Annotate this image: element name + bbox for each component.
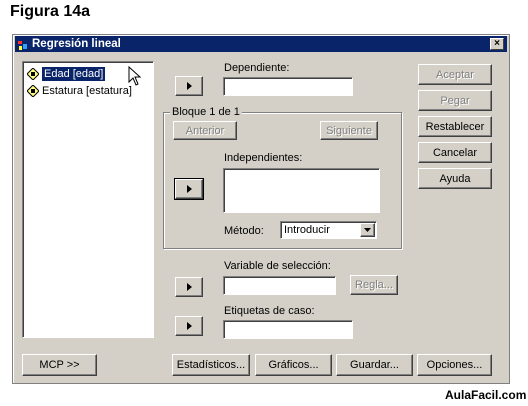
list-item[interactable]: Edad [edad]	[27, 67, 106, 81]
chevron-down-icon[interactable]	[360, 223, 375, 237]
move-case-labels-button[interactable]	[175, 316, 203, 336]
wls-button[interactable]: MCP >>	[22, 354, 97, 376]
help-button[interactable]: Ayuda	[418, 168, 492, 189]
selection-variable-label: Variable de selección:	[224, 260, 331, 272]
mouse-cursor-icon	[128, 66, 142, 86]
reset-button[interactable]: Restablecer	[418, 116, 492, 137]
accept-button[interactable]: Aceptar	[418, 64, 492, 85]
previous-block-button[interactable]: Anterior	[173, 121, 237, 140]
method-label: Método:	[224, 225, 264, 237]
scale-variable-icon	[27, 68, 39, 80]
next-block-button[interactable]: Siguiente	[320, 121, 378, 140]
save-button[interactable]: Guardar...	[336, 354, 413, 376]
list-item[interactable]: Estatura [estatura]	[27, 84, 132, 98]
plots-button[interactable]: Gráficos...	[255, 354, 332, 376]
watermark: AulaFacil.com	[445, 388, 527, 402]
statistics-button[interactable]: Estadísticos...	[172, 354, 250, 376]
right-arrow-icon	[186, 322, 192, 330]
paste-button[interactable]: Pegar	[418, 90, 492, 111]
right-arrow-icon	[186, 185, 192, 193]
right-arrow-icon	[186, 82, 192, 90]
options-button[interactable]: Opciones...	[417, 354, 492, 376]
independents-list[interactable]	[223, 168, 380, 213]
move-selection-variable-button[interactable]	[175, 277, 203, 297]
method-value: Introducir	[284, 224, 330, 236]
method-select[interactable]: Introducir	[280, 221, 377, 239]
scale-variable-icon	[27, 85, 39, 97]
block-title: Bloque 1 de 1	[170, 106, 242, 119]
dependent-label: Dependiente:	[224, 62, 290, 74]
independents-label: Independientes:	[224, 152, 303, 164]
right-arrow-icon	[186, 283, 192, 291]
figure-title: Figura 14a	[10, 3, 91, 20]
cancel-button[interactable]: Cancelar	[418, 142, 492, 163]
case-labels-label: Etiquetas de caso:	[224, 305, 315, 317]
list-item-label: Edad [edad]	[42, 67, 106, 81]
window-title: Regresión lineal	[32, 38, 121, 50]
close-button[interactable]: ×	[490, 38, 504, 50]
case-labels-field[interactable]	[223, 320, 353, 339]
move-dependent-button[interactable]	[175, 76, 203, 96]
dependent-field[interactable]	[223, 77, 353, 96]
selection-variable-field[interactable]	[223, 276, 336, 295]
rule-button[interactable]: Regla...	[350, 275, 398, 295]
app-icon	[17, 38, 29, 51]
variable-list[interactable]	[22, 61, 154, 338]
move-independents-button[interactable]	[174, 178, 204, 200]
list-item-label: Estatura [estatura]	[42, 85, 132, 97]
